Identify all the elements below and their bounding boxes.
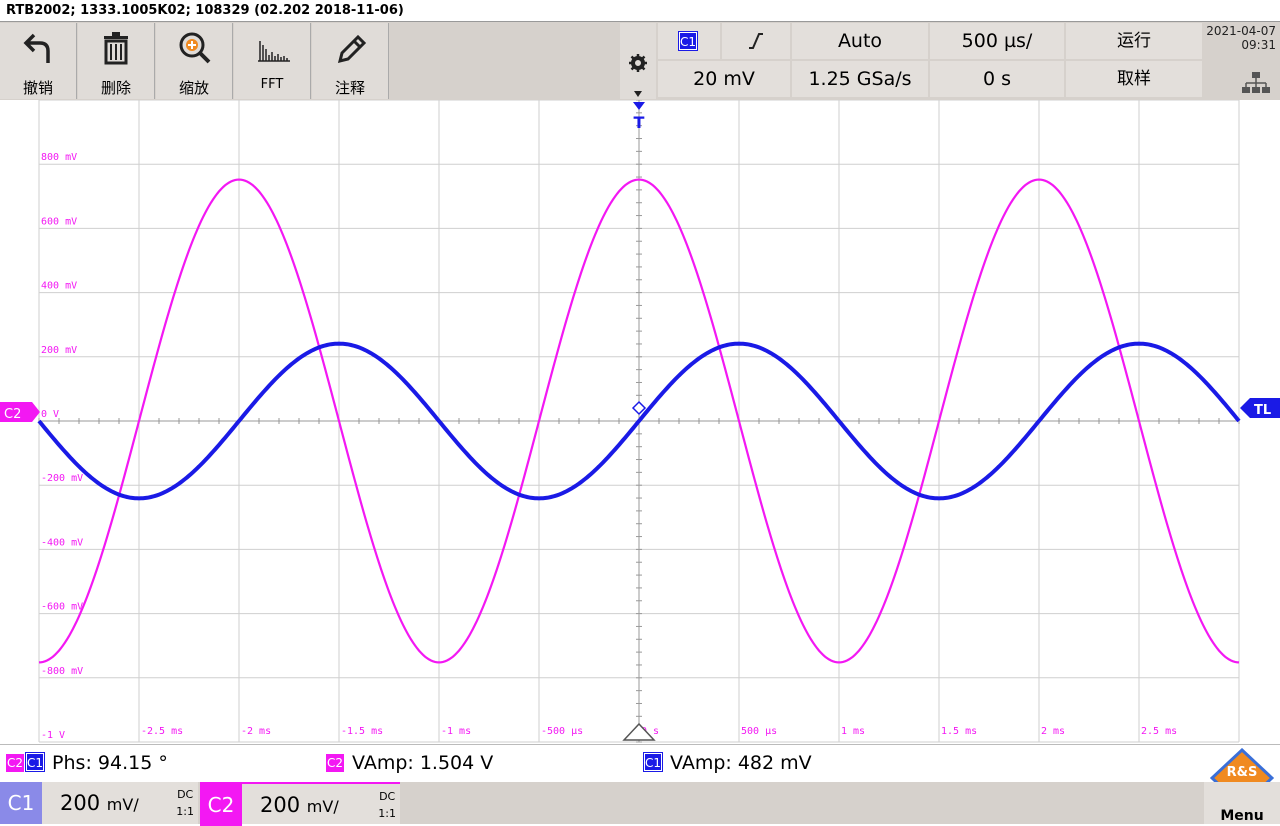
timebase-button[interactable]: 500 µs/ bbox=[930, 23, 1064, 59]
ch1-scale: 200 mV/ bbox=[60, 791, 139, 815]
datetime: 2021-04-07 09:31 bbox=[1204, 24, 1276, 52]
ch1-label: C1 bbox=[0, 782, 42, 824]
zoom-button[interactable]: 缩放 bbox=[156, 23, 233, 99]
fft-spectrum-icon bbox=[258, 41, 290, 62]
y-axis-label: 400 mV bbox=[41, 281, 77, 292]
date-text: 2021-04-07 bbox=[1206, 24, 1276, 38]
chevron-down-icon bbox=[634, 91, 642, 97]
ch2-scale: 200 mV/ bbox=[260, 793, 339, 817]
time-text: 09:31 bbox=[1241, 38, 1276, 52]
trigger-level-text: TL bbox=[1254, 403, 1271, 418]
m2-source: C2 bbox=[326, 754, 344, 772]
m1-source-b: C1 bbox=[25, 752, 45, 772]
y-axis-label: -400 mV bbox=[41, 537, 83, 548]
ch1-coupling: DC 1:1 bbox=[176, 788, 194, 818]
logo-text: R&S bbox=[1227, 765, 1258, 780]
undo-button[interactable]: 撤销 bbox=[0, 23, 77, 99]
measurement-c2-amplitude[interactable]: C2 VAmp: 1.504 V bbox=[326, 752, 493, 774]
ch2-settings[interactable]: C2 200 mV/ DC 1:1 bbox=[200, 782, 400, 826]
measurement-phase[interactable]: C2 C1 Phs: 94.15 ° bbox=[6, 752, 168, 774]
x-axis-label: 1.5 ms bbox=[941, 726, 977, 737]
measurement-c1-amplitude[interactable]: C1 VAmp: 482 mV bbox=[643, 752, 812, 774]
y-axis-label: 800 mV bbox=[41, 152, 77, 163]
rising-edge-icon bbox=[749, 33, 763, 49]
toolbar: 撤销 删除 缩放 FFT 注释 C1 Auto 500 µs/ 运行 20 mV… bbox=[0, 22, 1280, 100]
trigger-source-badge: C1 bbox=[678, 31, 698, 51]
ch2-coupling: DC 1:1 bbox=[378, 790, 396, 820]
x-axis-label: 1 ms bbox=[841, 726, 865, 737]
ch2-label: C2 bbox=[200, 784, 242, 826]
y-axis-label: -800 mV bbox=[41, 666, 83, 677]
ch2-offset-marker[interactable]: C2 bbox=[0, 402, 40, 422]
m1-value: Phs: 94.15 ° bbox=[52, 752, 168, 774]
trigger-mode-button[interactable]: Auto bbox=[792, 23, 928, 59]
m3-value: VAmp: 482 mV bbox=[670, 752, 812, 774]
acquire-button[interactable]: 取样 bbox=[1066, 61, 1202, 97]
trash-icon bbox=[104, 32, 128, 65]
x-axis-label: 500 µs bbox=[741, 726, 777, 737]
delete-button[interactable]: 删除 bbox=[78, 23, 155, 99]
run-stop-button[interactable]: 运行 bbox=[1066, 23, 1202, 59]
waveform-display[interactable]: 800 mV 600 mV 400 mV 200 mV 0 V -200 mV -400 m… bbox=[0, 99, 1280, 744]
x-axis-label: -2 ms bbox=[241, 726, 271, 737]
y-axis-label: 600 mV bbox=[41, 216, 77, 227]
trigger-position-marker[interactable]: T bbox=[633, 102, 645, 132]
trigger-slope-button[interactable] bbox=[722, 23, 790, 59]
m2-value: VAmp: 1.504 V bbox=[352, 752, 494, 774]
m3-source: C1 bbox=[643, 752, 663, 772]
annotate-label: 注释 bbox=[334, 79, 365, 97]
y-axis-label: -200 mV bbox=[41, 473, 83, 484]
fft-label: FFT bbox=[260, 77, 284, 92]
sample-rate-display[interactable]: 1.25 GSa/s bbox=[792, 61, 928, 97]
undo-icon bbox=[23, 33, 50, 63]
settings-button[interactable] bbox=[620, 23, 656, 99]
rs-logo-icon: R&S bbox=[1210, 748, 1274, 782]
x-axis-label: 2 ms bbox=[1041, 726, 1065, 737]
window-title: RTB2002; 1333.1005K02; 108329 (02.202 20… bbox=[0, 0, 1280, 22]
fft-button[interactable]: FFT bbox=[234, 23, 311, 99]
trigger-marker-text: T bbox=[634, 113, 645, 132]
x-axis-label: -1 ms bbox=[441, 726, 471, 737]
trigger-level-marker[interactable]: TL bbox=[1240, 398, 1280, 418]
y-axis-label: 0 V bbox=[41, 409, 59, 420]
x-axis-label: -2.5 ms bbox=[141, 726, 183, 737]
zoom-in-icon bbox=[179, 32, 211, 64]
pencil-icon bbox=[337, 34, 367, 64]
y-axis-label: -600 mV bbox=[41, 602, 83, 613]
zoom-label: 缩放 bbox=[178, 79, 209, 97]
x-axis-label: -1.5 ms bbox=[341, 726, 383, 737]
channel-bar: C1 200 mV/ DC 1:1 C2 200 mV/ DC 1:1 R&S Me… bbox=[0, 748, 1280, 826]
m1-source-a: C2 bbox=[6, 754, 24, 772]
trigger-point-marker bbox=[631, 400, 647, 416]
ch2-marker-text: C2 bbox=[4, 407, 21, 422]
scope-graticule[interactable]: 800 mV 600 mV 400 mV 200 mV 0 V -200 mV -400 m… bbox=[0, 99, 1280, 744]
menu-label: Menu bbox=[1220, 808, 1264, 824]
menu-button[interactable]: R&S Menu bbox=[1204, 748, 1280, 824]
time-offset-button[interactable]: 0 s bbox=[930, 61, 1064, 97]
gear-icon bbox=[629, 54, 647, 72]
x-axis-label: -500 µs bbox=[541, 726, 583, 737]
measurement-bar: C2 C1 Phs: 94.15 ° C2 VAmp: 1.504 V C1 VA… bbox=[0, 744, 1280, 782]
ch1-settings[interactable]: C1 200 mV/ DC 1:1 bbox=[0, 782, 198, 824]
y-axis-label: -1 V bbox=[41, 730, 65, 741]
network-icon bbox=[1242, 72, 1270, 93]
undo-label: 撤销 bbox=[22, 79, 53, 97]
trigger-level-button[interactable]: 20 mV bbox=[658, 61, 790, 97]
annotate-button[interactable]: 注释 bbox=[312, 23, 389, 99]
delete-label: 删除 bbox=[100, 79, 131, 97]
x-axis-label: 2.5 ms bbox=[1141, 726, 1177, 737]
trigger-source-button[interactable]: C1 bbox=[658, 23, 720, 59]
y-axis-label: 200 mV bbox=[41, 345, 77, 356]
